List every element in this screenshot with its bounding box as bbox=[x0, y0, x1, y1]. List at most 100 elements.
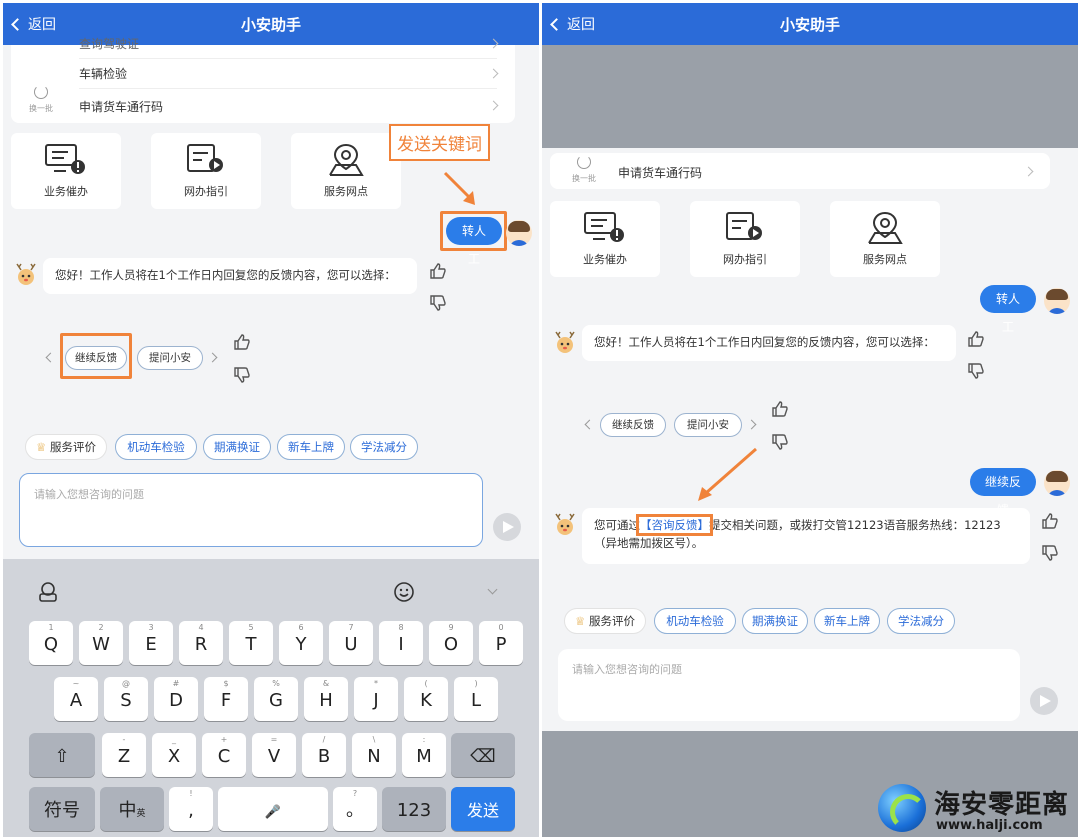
tile-business-urge[interactable]: 业务催办 bbox=[11, 133, 121, 209]
thumbs-up-icon[interactable] bbox=[232, 332, 252, 352]
tile-online-guide[interactable]: 网办指引 bbox=[151, 133, 261, 209]
period-key[interactable]: ?。 bbox=[333, 787, 377, 831]
list-item-label: 申请货车通行码 bbox=[79, 99, 164, 114]
tile-online-guide[interactable]: 网办指引 bbox=[690, 201, 800, 277]
key-l[interactable]: ) L bbox=[454, 677, 498, 721]
backspace-key[interactable]: ⌫ bbox=[451, 733, 515, 777]
key-a[interactable]: ~ A bbox=[54, 677, 98, 721]
chevron-right-icon bbox=[488, 38, 499, 49]
option-ask-xiaoan[interactable]: 提问小安 bbox=[674, 413, 742, 437]
refresh-batch-button[interactable]: 换一批 bbox=[21, 85, 61, 114]
tile-service-outlet[interactable]: 服务网点 bbox=[291, 133, 401, 209]
key-d[interactable]: # D bbox=[154, 677, 198, 721]
space-key[interactable]: 🎤 bbox=[218, 787, 328, 831]
key-o[interactable]: 9O bbox=[429, 621, 473, 665]
key-label: O bbox=[443, 634, 459, 655]
list-item-partial[interactable]: 查询驾驶证 bbox=[79, 29, 499, 59]
quick-chip-vehicle-inspection[interactable]: 机动车检验 bbox=[115, 434, 197, 460]
key-label: K bbox=[420, 690, 432, 711]
refresh-label: 换一批 bbox=[572, 174, 596, 183]
key-g[interactable]: % G bbox=[254, 677, 298, 721]
thumbs-up-icon[interactable] bbox=[770, 399, 790, 419]
key-w[interactable]: 2W bbox=[79, 621, 123, 665]
thumbs-up-icon[interactable] bbox=[1040, 511, 1060, 531]
key-k[interactable]: (K bbox=[404, 677, 448, 721]
quick-chip-new-car-plate[interactable]: 新车上牌 bbox=[814, 608, 880, 634]
keyboard-settings-icon[interactable] bbox=[37, 581, 59, 603]
key-y[interactable]: 6Y bbox=[279, 621, 323, 665]
key-u[interactable]: 7U bbox=[329, 621, 373, 665]
key-hint: @ bbox=[122, 679, 130, 688]
number-key[interactable]: 123 bbox=[382, 787, 446, 831]
thumbs-down-icon[interactable] bbox=[1040, 543, 1060, 563]
key-q[interactable]: 1Q bbox=[29, 621, 73, 665]
thumbs-up-icon[interactable] bbox=[966, 329, 986, 349]
microphone-icon: 🎤 bbox=[264, 805, 282, 820]
user-avatar bbox=[1044, 470, 1070, 496]
consult-feedback-link[interactable]: 【咨询反馈】 bbox=[636, 514, 713, 536]
thumbs-down-icon[interactable] bbox=[966, 361, 986, 381]
thumbs-up-icon[interactable] bbox=[428, 261, 448, 281]
quick-chip-license-renewal[interactable]: 期满换证 bbox=[742, 608, 808, 634]
key-n[interactable]: \ N bbox=[352, 733, 396, 777]
quick-chip-study-deduction[interactable]: 学法减分 bbox=[887, 608, 955, 634]
refresh-batch-button[interactable]: 换一批 bbox=[564, 155, 604, 184]
key-hint: 5 bbox=[248, 623, 254, 632]
key-z[interactable]: -Z bbox=[102, 733, 146, 777]
list-item-vehicle-inspection[interactable]: 车辆检验 bbox=[79, 59, 499, 89]
key-r[interactable]: 4R bbox=[179, 621, 223, 665]
question-input[interactable]: 请输入您想咨询的问题 bbox=[19, 473, 483, 547]
chevron-left-icon[interactable] bbox=[45, 352, 56, 363]
key-label: 中 bbox=[118, 800, 137, 821]
language-key[interactable]: 中英 bbox=[100, 787, 164, 831]
key-t[interactable]: 5T bbox=[229, 621, 273, 665]
option-ask-xiaoan[interactable]: 提问小安 bbox=[137, 346, 203, 370]
bot-avatar-icon bbox=[555, 331, 575, 353]
quick-chip-new-car-plate[interactable]: 新车上牌 bbox=[277, 434, 345, 460]
key-c[interactable]: + C bbox=[202, 733, 246, 777]
question-input[interactable]: 请输入您想咨询的问题 bbox=[558, 649, 1020, 721]
key-h[interactable]: & H bbox=[304, 677, 348, 721]
key-label: 123 bbox=[396, 800, 432, 821]
key-f[interactable]: $ F bbox=[204, 677, 248, 721]
backspace-icon: ⌫ bbox=[470, 746, 496, 767]
key-v[interactable]: = V bbox=[252, 733, 296, 777]
thumbs-down-icon[interactable] bbox=[770, 432, 790, 452]
eval-label: 服务评价 bbox=[49, 440, 96, 454]
tile-label: 网办指引 bbox=[723, 253, 767, 266]
symbol-key[interactable]: 符号 bbox=[29, 787, 95, 831]
key-b[interactable]: / B bbox=[302, 733, 346, 777]
quick-chip-vehicle-inspection[interactable]: 机动车检验 bbox=[654, 608, 736, 634]
thumbs-down-icon[interactable] bbox=[232, 365, 252, 385]
chevron-right-icon[interactable] bbox=[207, 352, 218, 363]
key-label: E bbox=[145, 634, 157, 655]
key-x[interactable]: _ X bbox=[152, 733, 196, 777]
send-icon[interactable] bbox=[493, 513, 521, 541]
comma-key[interactable]: !, bbox=[169, 787, 213, 831]
key-label: G bbox=[269, 690, 283, 711]
send-icon[interactable] bbox=[1030, 687, 1058, 715]
key-s[interactable]: @ S bbox=[104, 677, 148, 721]
eval-label: 服务评价 bbox=[588, 614, 635, 628]
quick-chip-study-deduction[interactable]: 学法减分 bbox=[350, 434, 418, 460]
collapse-keyboard-icon[interactable] bbox=[487, 584, 498, 595]
tile-service-outlet[interactable]: 服务网点 bbox=[830, 201, 940, 277]
quick-chip-license-renewal[interactable]: 期满换证 bbox=[203, 434, 271, 460]
service-eval-button[interactable]: ♕ 服务评价 bbox=[25, 434, 107, 460]
thumbs-down-icon[interactable] bbox=[428, 293, 448, 313]
send-key[interactable]: 发送 bbox=[451, 787, 515, 831]
list-item-truck-pass[interactable]: 申请货车通行码 bbox=[79, 91, 499, 121]
user-avatar bbox=[1044, 288, 1070, 314]
key-e[interactable]: 3E bbox=[129, 621, 173, 665]
shift-key[interactable]: ⇧ bbox=[29, 733, 95, 777]
option-continue-feedback[interactable]: 继续反馈 bbox=[600, 413, 666, 437]
list-item-truck-pass[interactable]: 申请货车通行码 bbox=[618, 157, 1034, 187]
key-label: 符号 bbox=[44, 800, 80, 821]
key-p[interactable]: 0P bbox=[479, 621, 523, 665]
key-j[interactable]: * J bbox=[354, 677, 398, 721]
key-m[interactable]: :M bbox=[402, 733, 446, 777]
tile-business-urge[interactable]: 业务催办 bbox=[550, 201, 660, 277]
service-eval-button[interactable]: ♕ 服务评价 bbox=[564, 608, 646, 634]
emoji-icon[interactable] bbox=[393, 581, 415, 603]
key-i[interactable]: 8I bbox=[379, 621, 423, 665]
